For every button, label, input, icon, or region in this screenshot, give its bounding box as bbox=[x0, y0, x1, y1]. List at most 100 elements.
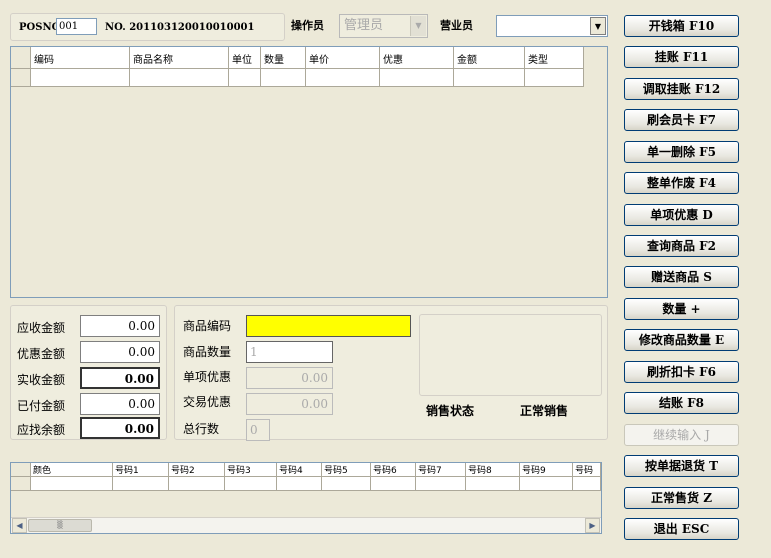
column-header[interactable]: 号码3 bbox=[225, 463, 277, 477]
chevron-down-icon: ▼ bbox=[410, 16, 426, 36]
table-cell[interactable] bbox=[380, 69, 454, 87]
table-cell[interactable] bbox=[130, 69, 229, 87]
trade-discount-label: 交易优惠 bbox=[183, 395, 232, 409]
sale-status-value: 正常销售 bbox=[520, 404, 569, 418]
pos-info-bar: POSNO 001 NO. 201103120010010001 bbox=[10, 13, 285, 41]
swipe-member-card-button[interactable]: 刷会员卡 F7 bbox=[624, 109, 739, 131]
search-product-button[interactable]: 查询商品 F2 bbox=[624, 235, 739, 257]
column-header[interactable]: 号码6 bbox=[371, 463, 416, 477]
table-cell[interactable] bbox=[31, 477, 113, 491]
table-cell[interactable] bbox=[466, 477, 520, 491]
scroll-right-icon[interactable]: ▶ bbox=[585, 518, 600, 533]
retrieve-hung-order-button[interactable]: 调取挂账 F12 bbox=[624, 78, 739, 100]
table-row[interactable] bbox=[11, 69, 584, 87]
total-rows-label: 总行数 bbox=[183, 422, 220, 436]
change-label: 应找余额 bbox=[17, 423, 66, 437]
table-cell[interactable] bbox=[306, 69, 380, 87]
column-header[interactable]: 类型 bbox=[525, 47, 584, 69]
grid-header-row: 编码 商品名称 单位 数量 单价 优惠 金额 类型 bbox=[11, 47, 584, 69]
size-grid-header-row: 颜色 号码1 号码2 号码3 号码4 号码5 号码6 号码7 号码8 号码9 号… bbox=[11, 463, 601, 477]
row-indicator bbox=[11, 69, 31, 87]
scroll-thumb[interactable]: ▒ bbox=[28, 519, 92, 532]
product-entry-panel: 商品编码 商品数量 1 单项优惠 0.00 交易优惠 0.00 总行数 0 销售… bbox=[174, 305, 608, 441]
table-row[interactable] bbox=[11, 477, 601, 491]
column-header[interactable]: 号码1 bbox=[113, 463, 169, 477]
product-code-input[interactable] bbox=[246, 315, 411, 337]
table-cell[interactable] bbox=[371, 477, 416, 491]
table-cell[interactable] bbox=[261, 69, 306, 87]
column-header[interactable]: 号码8 bbox=[466, 463, 520, 477]
row-indicator-header bbox=[11, 463, 31, 477]
total-rows-value: 0 bbox=[246, 419, 270, 441]
item-discount-input: 0.00 bbox=[246, 367, 333, 389]
continue-input-button: 继续输入 J bbox=[624, 424, 739, 446]
scroll-left-icon[interactable]: ◀ bbox=[12, 518, 27, 533]
product-qty-input[interactable]: 1 bbox=[246, 341, 333, 363]
column-header[interactable]: 商品名称 bbox=[130, 47, 229, 69]
sales-item-grid[interactable]: 编码 商品名称 单位 数量 单价 优惠 金额 类型 bbox=[10, 46, 608, 298]
column-header[interactable]: 数量 bbox=[261, 47, 306, 69]
table-cell[interactable] bbox=[31, 69, 130, 87]
open-cash-drawer-button[interactable]: 开钱箱 F10 bbox=[624, 15, 739, 37]
modify-quantity-button[interactable]: 修改商品数量 E bbox=[624, 329, 739, 351]
salesperson-select[interactable]: ▼ bbox=[496, 15, 608, 37]
table-cell[interactable] bbox=[525, 69, 584, 87]
column-header[interactable]: 号码5 bbox=[322, 463, 371, 477]
discount-row: 优惠金额 0.00 bbox=[17, 341, 167, 365]
paid-value: 0.00 bbox=[80, 393, 160, 415]
receivable-row: 应收金额 0.00 bbox=[17, 315, 167, 339]
trade-discount-input: 0.00 bbox=[246, 393, 333, 415]
quantity-button[interactable]: 数量 + bbox=[624, 298, 739, 320]
exit-button[interactable]: 退出 ESC bbox=[624, 518, 739, 540]
table-cell[interactable] bbox=[169, 477, 225, 491]
product-qty-label: 商品数量 bbox=[183, 345, 232, 359]
column-header[interactable]: 金额 bbox=[454, 47, 525, 69]
table-cell[interactable] bbox=[322, 477, 371, 491]
size-grid[interactable]: 颜色 号码1 号码2 号码3 号码4 号码5 号码6 号码7 号码8 号码9 号… bbox=[10, 462, 602, 534]
swipe-discount-card-button[interactable]: 刷折扣卡 F6 bbox=[624, 361, 739, 383]
column-header[interactable]: 号码 bbox=[573, 463, 601, 477]
hang-order-button[interactable]: 挂账 F11 bbox=[624, 46, 739, 68]
actual-value[interactable]: 0.00 bbox=[80, 367, 160, 389]
actual-label: 实收金额 bbox=[17, 373, 66, 387]
table-cell[interactable] bbox=[113, 477, 169, 491]
chevron-down-icon[interactable]: ▼ bbox=[590, 17, 606, 35]
horizontal-scrollbar[interactable]: ◀ ▒ ▶ bbox=[11, 517, 601, 533]
sale-status-label: 销售状态 bbox=[426, 404, 475, 418]
sale-status-box bbox=[419, 314, 602, 396]
posno-label: POSNO bbox=[19, 22, 61, 33]
receipt-number: NO. 201103120010010001 bbox=[105, 22, 255, 33]
column-header[interactable]: 号码7 bbox=[416, 463, 466, 477]
receivable-label: 应收金额 bbox=[17, 321, 66, 335]
item-discount-button[interactable]: 单项优惠 D bbox=[624, 204, 739, 226]
paid-label: 已付金额 bbox=[17, 399, 66, 413]
column-header[interactable]: 号码4 bbox=[277, 463, 322, 477]
operator-value: 管理员 bbox=[344, 18, 384, 33]
checkout-button[interactable]: 结账 F8 bbox=[624, 392, 739, 414]
void-order-button[interactable]: 整单作废 F4 bbox=[624, 172, 739, 194]
column-header[interactable]: 单价 bbox=[306, 47, 380, 69]
table-cell[interactable] bbox=[277, 477, 322, 491]
item-discount-label: 单项优惠 bbox=[183, 370, 232, 384]
column-header[interactable]: 优惠 bbox=[380, 47, 454, 69]
table-cell[interactable] bbox=[573, 477, 601, 491]
column-header[interactable]: 颜色 bbox=[31, 463, 113, 477]
table-cell[interactable] bbox=[520, 477, 573, 491]
delete-item-button[interactable]: 单一删除 F5 bbox=[624, 141, 739, 163]
normal-sale-button[interactable]: 正常售货 Z bbox=[624, 487, 739, 509]
column-header[interactable]: 号码9 bbox=[520, 463, 573, 477]
table-cell[interactable] bbox=[454, 69, 525, 87]
table-cell[interactable] bbox=[416, 477, 466, 491]
amount-summary-panel: 应收金额 0.00 优惠金额 0.00 实收金额 0.00 已付金额 0.00 … bbox=[10, 305, 167, 440]
return-by-receipt-button[interactable]: 按单据退货 T bbox=[624, 455, 739, 477]
column-header[interactable]: 单位 bbox=[229, 47, 261, 69]
column-header[interactable]: 号码2 bbox=[169, 463, 225, 477]
discount-value: 0.00 bbox=[80, 341, 160, 363]
table-cell[interactable] bbox=[229, 69, 261, 87]
gift-product-button[interactable]: 赠送商品 S bbox=[624, 266, 739, 288]
actual-row: 实收金额 0.00 bbox=[17, 367, 167, 391]
column-header[interactable]: 编码 bbox=[31, 47, 130, 69]
table-cell[interactable] bbox=[225, 477, 277, 491]
paid-row: 已付金额 0.00 bbox=[17, 393, 167, 417]
posno-field: 001 bbox=[56, 18, 97, 35]
